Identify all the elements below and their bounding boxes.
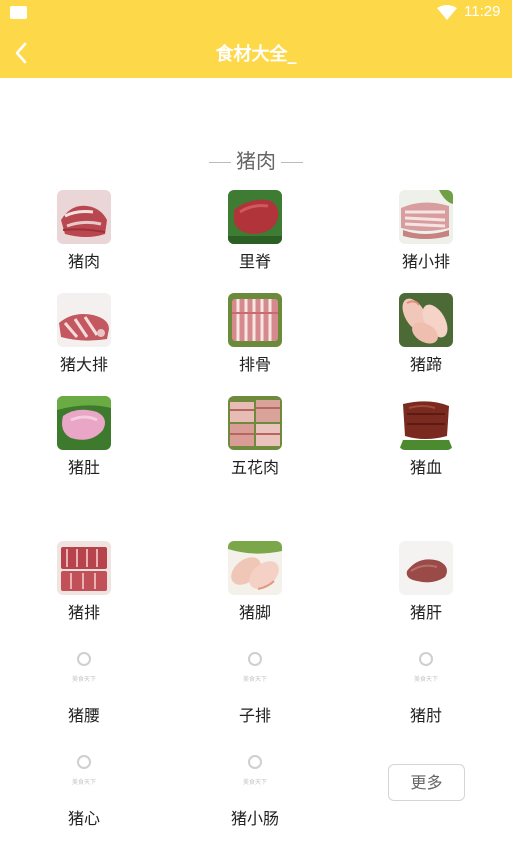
ingredient-label: 猪心 — [67, 809, 100, 828]
ingredient-image — [399, 541, 453, 595]
ingredient-label: 排骨 — [238, 355, 271, 374]
ingredient-label: 猪肘 — [409, 706, 442, 725]
ingredient-item-heart[interactable]: 美食天下 猪心 — [24, 747, 144, 829]
ingredient-label: 五花肉 — [230, 458, 279, 477]
ingredient-label: 猪蹄 — [409, 355, 442, 374]
title-bar: 食材大全_ — [0, 26, 512, 78]
ingredient-image — [57, 190, 111, 244]
ingredient-item-tenderloin[interactable]: 里脊 — [195, 190, 315, 272]
placeholder-watermark: 美食天下 — [242, 779, 267, 786]
ingredient-image — [228, 396, 282, 450]
ingredient-item-elbow[interactable]: 美食天下 猪肘 — [366, 644, 486, 726]
ingredient-label: 子排 — [238, 706, 271, 725]
ingredient-image — [57, 293, 111, 347]
placeholder-watermark: 美食天下 — [71, 676, 96, 683]
placeholder-watermark: 美食天下 — [71, 779, 96, 786]
ingredient-item-spare-ribs[interactable]: 排骨 — [195, 293, 315, 375]
ingredient-image — [399, 293, 453, 347]
loading-icon — [77, 652, 91, 666]
loading-icon — [77, 755, 91, 769]
ingredient-label: 猪肉 — [67, 252, 100, 271]
placeholder-watermark: 美食天下 — [413, 676, 438, 683]
ingredient-label: 猪小肠 — [230, 809, 279, 828]
loading-icon — [248, 755, 262, 769]
more-button[interactable]: 更多 — [388, 764, 465, 801]
ingredient-item-small-intestine[interactable]: 美食天下 猪小肠 — [195, 747, 315, 829]
ingredient-item-tripe[interactable]: 猪肚 — [24, 396, 144, 478]
divider-right — [281, 162, 303, 163]
ingredient-label: 猪血 — [409, 458, 442, 477]
ingredient-item-liver[interactable]: 猪肝 — [366, 541, 486, 623]
ingredient-item-blood[interactable]: 猪血 — [366, 396, 486, 478]
section-header: 猪肉 — [0, 145, 512, 174]
section-title: 猪肉 — [236, 149, 276, 173]
status-time: 11:29 — [464, 3, 501, 20]
ingredient-image — [399, 396, 453, 450]
loading-icon — [419, 652, 433, 666]
ingredient-image — [399, 190, 453, 244]
ingredient-label: 猪腰 — [67, 706, 100, 725]
placeholder-watermark: 美食天下 — [242, 676, 267, 683]
notification-icon — [10, 6, 27, 19]
ingredient-label: 里脊 — [238, 252, 271, 271]
ingredient-label: 猪肚 — [67, 458, 100, 477]
ingredient-image — [228, 190, 282, 244]
loading-icon — [248, 652, 262, 666]
image-placeholder: 美食天下 — [228, 644, 282, 698]
ingredient-label: 猪排 — [67, 603, 100, 622]
ingredient-image — [228, 293, 282, 347]
divider-left — [209, 162, 231, 163]
image-placeholder: 美食天下 — [228, 747, 282, 801]
image-placeholder: 美食天下 — [399, 644, 453, 698]
ingredient-item-pork-steak[interactable]: 猪排 — [24, 541, 144, 623]
ingredient-item-pig-feet[interactable]: 猪脚 — [195, 541, 315, 623]
ingredient-label: 猪大排 — [59, 355, 108, 374]
ingredient-label: 猪脚 — [238, 603, 271, 622]
ingredient-item-pork-belly[interactable]: 五花肉 — [195, 396, 315, 478]
page-title: 食材大全_ — [215, 44, 297, 65]
ingredient-item-kidney[interactable]: 美食天下 猪腰 — [24, 644, 144, 726]
wifi-icon — [437, 5, 457, 20]
status-bar: 11:29 — [0, 0, 512, 26]
ingredient-item-trotters[interactable]: 猪蹄 — [366, 293, 486, 375]
ingredient-label: 猪肝 — [409, 603, 442, 622]
ingredient-item-sub-ribs[interactable]: 美食天下 子排 — [195, 644, 315, 726]
ingredient-item-pork[interactable]: 猪肉 — [24, 190, 144, 272]
image-placeholder: 美食天下 — [57, 747, 111, 801]
ingredient-image — [57, 396, 111, 450]
ingredient-item-pork-chop[interactable]: 猪大排 — [24, 293, 144, 375]
ingredient-label: 猪小排 — [401, 252, 450, 271]
ingredient-image — [57, 541, 111, 595]
image-placeholder: 美食天下 — [57, 644, 111, 698]
ingredient-item-baby-ribs[interactable]: 猪小排 — [366, 190, 486, 272]
ingredient-image — [228, 541, 282, 595]
